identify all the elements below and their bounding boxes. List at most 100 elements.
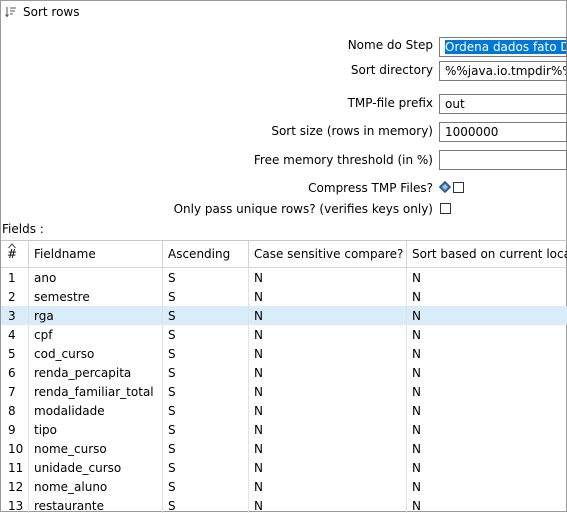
- column-header-fieldname[interactable]: Fieldname: [29, 241, 163, 267]
- ascending-cell[interactable]: S: [163, 344, 249, 363]
- ascending-cell[interactable]: S: [163, 382, 249, 401]
- ascending-cell[interactable]: S: [163, 268, 249, 287]
- ascending-cell[interactable]: S: [163, 420, 249, 439]
- fieldname-cell[interactable]: tipo: [29, 420, 163, 439]
- table-header: # Fieldname Ascending Case sensitive com…: [1, 241, 567, 268]
- sort-size-input[interactable]: 1000000: [439, 122, 567, 142]
- variable-diamond-icon: [439, 181, 451, 193]
- table-row[interactable]: 11 unidade_curso S N N: [1, 458, 567, 477]
- row-number: 1: [1, 268, 29, 287]
- table-row[interactable]: 5 cod_curso S N N: [1, 344, 567, 363]
- case-sensitive-cell[interactable]: N: [249, 325, 407, 344]
- row-number: 2: [1, 287, 29, 306]
- fieldname-cell[interactable]: cpf: [29, 325, 163, 344]
- sort-up-icon: [8, 243, 16, 249]
- sort-directory-label: Sort directory: [350, 63, 433, 77]
- fieldname-cell[interactable]: modalidade: [29, 401, 163, 420]
- locale-cell[interactable]: N: [407, 382, 567, 401]
- table-row[interactable]: 10 nome_curso S N N: [1, 439, 567, 458]
- table-row[interactable]: 9 tipo S N N: [1, 420, 567, 439]
- fieldname-cell[interactable]: renda_percapita: [29, 363, 163, 382]
- row-number: 5: [1, 344, 29, 363]
- free-memory-input[interactable]: [439, 150, 567, 170]
- row-number: 10: [1, 439, 29, 458]
- column-header-ascending[interactable]: Ascending: [163, 241, 249, 267]
- case-sensitive-cell[interactable]: N: [249, 268, 407, 287]
- row-number: 11: [1, 458, 29, 477]
- locale-cell[interactable]: N: [407, 306, 567, 325]
- locale-cell[interactable]: N: [407, 268, 567, 287]
- table-row[interactable]: 6 renda_percapita S N N: [1, 363, 567, 382]
- locale-cell[interactable]: N: [407, 363, 567, 382]
- ascending-cell[interactable]: S: [163, 401, 249, 420]
- free-memory-label: Free memory threshold (in %): [253, 153, 433, 167]
- case-sensitive-cell[interactable]: N: [249, 344, 407, 363]
- ascending-cell[interactable]: S: [163, 306, 249, 325]
- case-sensitive-cell[interactable]: N: [249, 458, 407, 477]
- case-sensitive-cell[interactable]: N: [249, 420, 407, 439]
- ascending-cell[interactable]: S: [163, 287, 249, 306]
- table-row[interactable]: 13 restaurante S N N: [1, 496, 567, 513]
- sort-directory-input[interactable]: %%java.io.tmpdir%%: [439, 61, 567, 81]
- fieldname-cell[interactable]: renda_familiar_total: [29, 382, 163, 401]
- ascending-cell[interactable]: S: [163, 363, 249, 382]
- locale-cell[interactable]: N: [407, 401, 567, 420]
- row-number: 8: [1, 401, 29, 420]
- ascending-cell[interactable]: S: [163, 496, 249, 513]
- fieldname-cell[interactable]: restaurante: [29, 496, 163, 513]
- sort-rows-icon: [5, 7, 16, 18]
- locale-cell[interactable]: N: [407, 344, 567, 363]
- window-title: Sort rows: [23, 5, 80, 19]
- locale-cell[interactable]: N: [407, 477, 567, 496]
- locale-cell[interactable]: N: [407, 325, 567, 344]
- case-sensitive-cell[interactable]: N: [249, 439, 407, 458]
- fieldname-cell[interactable]: semestre: [29, 287, 163, 306]
- case-sensitive-cell[interactable]: N: [249, 287, 407, 306]
- case-sensitive-cell[interactable]: N: [249, 496, 407, 513]
- fieldname-cell[interactable]: cod_curso: [29, 344, 163, 363]
- case-sensitive-cell[interactable]: N: [249, 306, 407, 325]
- table-row[interactable]: 1 ano S N N: [1, 268, 567, 287]
- locale-cell[interactable]: N: [407, 420, 567, 439]
- unique-rows-checkbox[interactable]: [440, 203, 451, 214]
- tmp-prefix-input[interactable]: out: [439, 94, 567, 114]
- title-bar: Sort rows: [5, 4, 80, 20]
- ascending-cell[interactable]: S: [163, 439, 249, 458]
- column-header-number[interactable]: #: [1, 241, 29, 267]
- fieldname-cell[interactable]: ano: [29, 268, 163, 287]
- table-row[interactable]: 2 semestre S N N: [1, 287, 567, 306]
- table-row[interactable]: 7 renda_familiar_total S N N: [1, 382, 567, 401]
- ascending-cell[interactable]: S: [163, 325, 249, 344]
- column-header-locale[interactable]: Sort based on current locale?: [407, 241, 567, 267]
- fieldname-cell[interactable]: unidade_curso: [29, 458, 163, 477]
- locale-cell[interactable]: N: [407, 496, 567, 513]
- tmp-prefix-label: TMP-file prefix: [347, 96, 433, 110]
- sort-rows-dialog: Sort rows Nome do Step Ordena dados fato…: [0, 0, 567, 513]
- table-row[interactable]: 8 modalidade S N N: [1, 401, 567, 420]
- step-name-input[interactable]: Ordena dados fato DW: [439, 37, 567, 57]
- fieldname-cell[interactable]: nome_aluno: [29, 477, 163, 496]
- column-header-case-sensitive[interactable]: Case sensitive compare?: [249, 241, 407, 267]
- row-number: 13: [1, 496, 29, 513]
- sort-size-label: Sort size (rows in memory): [271, 124, 433, 138]
- fields-table: # Fieldname Ascending Case sensitive com…: [1, 240, 567, 513]
- step-name-label: Nome do Step: [347, 38, 433, 52]
- ascending-cell[interactable]: S: [163, 458, 249, 477]
- case-sensitive-cell[interactable]: N: [249, 401, 407, 420]
- table-row[interactable]: 4 cpf S N N: [1, 325, 567, 344]
- fieldname-cell[interactable]: rga: [29, 306, 163, 325]
- case-sensitive-cell[interactable]: N: [249, 477, 407, 496]
- ascending-cell[interactable]: S: [163, 477, 249, 496]
- locale-cell[interactable]: N: [407, 439, 567, 458]
- case-sensitive-cell[interactable]: N: [249, 382, 407, 401]
- row-number: 3: [1, 306, 29, 325]
- row-number: 12: [1, 477, 29, 496]
- case-sensitive-cell[interactable]: N: [249, 363, 407, 382]
- fieldname-cell[interactable]: nome_curso: [29, 439, 163, 458]
- table-row[interactable]: 3 rga S N N: [1, 306, 567, 325]
- compress-checkbox[interactable]: [453, 182, 464, 193]
- locale-cell[interactable]: N: [407, 458, 567, 477]
- table-row[interactable]: 12 nome_aluno S N N: [1, 477, 567, 496]
- unique-rows-label: Only pass unique rows? (verifies keys on…: [173, 202, 433, 216]
- locale-cell[interactable]: N: [407, 287, 567, 306]
